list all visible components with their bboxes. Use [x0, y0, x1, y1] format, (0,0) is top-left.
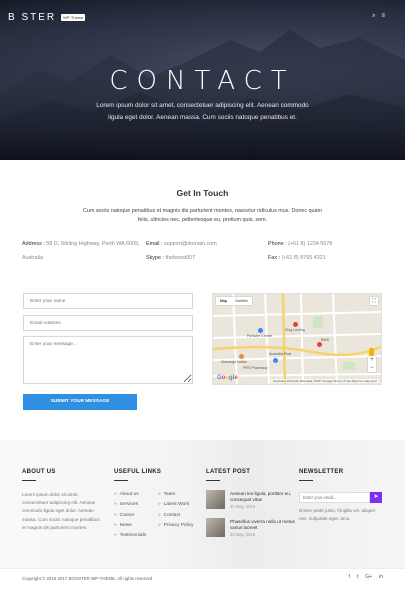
hero-subtitle: Lorem ipsum dolor sit amet, consectetuer…	[96, 102, 309, 121]
latest-post-title: LATEST POST	[206, 469, 251, 475]
fax-value: (+61 8) 8765 4321	[281, 255, 326, 261]
logo-badge: WP-Theme	[61, 14, 86, 21]
skype-value: theboost007	[165, 255, 196, 261]
map-attribution[interactable]: Keyboard shortcuts Map data ©2017 Google…	[270, 379, 379, 383]
footer-link[interactable]: Contact	[158, 511, 194, 521]
footer-link[interactable]: Career	[114, 511, 146, 521]
map-label: Porsche Centre	[247, 334, 272, 338]
address-label: Address :	[22, 241, 45, 247]
map-label: PRS Pharmacy	[243, 366, 268, 370]
zoom-in-button[interactable]: +	[368, 356, 376, 364]
divider	[114, 480, 128, 481]
footer-link[interactable]: Services	[114, 500, 146, 510]
message-textarea[interactable]	[23, 336, 193, 384]
map-type-tabs: Map Satellite	[216, 297, 252, 305]
google-map[interactable]: Map Satellite ⛶ + − Porsche Centre King …	[212, 293, 382, 385]
post-title[interactable]: Aenean leo ligula, porttitor eu, consequ…	[230, 491, 296, 504]
header-icons: ⌕ ≡	[372, 13, 385, 20]
search-icon[interactable]: ⌕	[372, 13, 375, 20]
map-label: Australia Post	[269, 352, 292, 356]
zoom-out-button[interactable]: −	[368, 364, 376, 372]
links-title: USEFUL LINKS	[114, 469, 162, 475]
footer-link[interactable]: About us	[114, 490, 146, 500]
submit-button[interactable]: SUBMIT YOUR MESSAGE	[23, 394, 137, 410]
useful-links-col2: Team Latest Work Contact Privacy Policy	[158, 490, 194, 531]
divider	[299, 480, 313, 481]
divider	[22, 480, 36, 481]
post-item[interactable]: Aenean leo ligula, porttitor eu, consequ…	[206, 490, 296, 512]
logo-text: B STER	[8, 12, 57, 23]
social-links: f t G+ in	[349, 574, 384, 580]
post-title[interactable]: Phasellus viverra nulla ut metus varius …	[230, 519, 296, 532]
footer-link[interactable]: Privacy Policy	[158, 521, 194, 531]
skype-label: Skype :	[146, 255, 164, 261]
site-logo[interactable]: B STER WP-Theme	[8, 12, 86, 23]
map-streets	[213, 294, 381, 384]
about-title: ABOUT US	[22, 469, 56, 475]
linkedin-icon[interactable]: in	[379, 574, 383, 580]
divider	[206, 480, 220, 481]
menu-icon[interactable]: ≡	[381, 13, 385, 20]
email-input[interactable]	[23, 315, 193, 331]
footer-link[interactable]: Latest Work	[158, 500, 194, 510]
fullscreen-icon[interactable]: ⛶	[370, 297, 378, 305]
post-item[interactable]: Phasellus viverra nulla ut metus varius …	[206, 518, 296, 540]
pegman-icon[interactable]	[369, 348, 374, 356]
map-pin-icon	[258, 328, 263, 333]
fax-label: Fax :	[268, 255, 280, 261]
hero-banner: B STER WP-Theme ⌕ ≡ CONTACT Lorem ipsum …	[0, 0, 405, 160]
facebook-icon[interactable]: f	[349, 574, 350, 580]
tab-map[interactable]: Map	[216, 297, 231, 305]
map-label: King Leoling	[285, 328, 305, 332]
tab-satellite[interactable]: Satellite	[231, 297, 252, 305]
phone-fax-block: Phone : (+61 8) 1234 5678 Fax : (+61 8) …	[268, 237, 388, 265]
name-input[interactable]	[23, 293, 193, 309]
footer-link[interactable]: Team	[158, 490, 194, 500]
page-title: CONTACT	[109, 66, 296, 96]
post-thumbnail[interactable]	[206, 490, 225, 509]
map-pin-icon	[239, 354, 244, 359]
zoom-control: + −	[368, 356, 376, 372]
footer-link[interactable]: News	[114, 521, 146, 531]
copyright-text: Copyright © 2016 2017 BOOSTER WP-THEME. …	[22, 576, 153, 581]
footer-link[interactable]: Testimonials	[114, 531, 146, 541]
google-plus-icon[interactable]: G+	[365, 574, 372, 580]
newsletter-submit-button[interactable]: ➤	[370, 492, 382, 503]
section-title: Get In Touch	[176, 188, 229, 198]
post-date: 28 May, 2016	[230, 532, 256, 537]
email-value[interactable]: support@domain.com	[164, 241, 217, 247]
map-label: BWS	[321, 338, 330, 342]
section-description: Cum sociis natoque penatibus et magnis d…	[82, 208, 323, 223]
map-pin-icon	[293, 322, 298, 327]
map-pin-icon	[317, 342, 322, 347]
twitter-icon[interactable]: t	[357, 574, 358, 580]
map-pin-icon	[273, 358, 278, 363]
phone-value: (+61 8) 1234 5678	[288, 241, 333, 247]
newsletter-text: Donec pede justo, fringilla vel, aliquet…	[299, 508, 376, 522]
google-logo: Google	[217, 375, 238, 381]
address-block: Address : 58 D, Stirling Highway, Perth …	[22, 237, 142, 265]
phone-label: Phone :	[268, 241, 287, 247]
map-label: Maharaja Indian	[221, 360, 247, 364]
newsletter-title: NEWSLETTER	[299, 469, 344, 475]
newsletter-email-input[interactable]	[299, 492, 370, 503]
email-skype-block: Email : support@domain.com Skype : thebo…	[146, 237, 256, 265]
useful-links-col1: About us Services Career News Testimonia…	[114, 490, 146, 541]
post-thumbnail[interactable]	[206, 518, 225, 537]
email-label: Email :	[146, 241, 163, 247]
about-text: Lorem ipsum dolor sit amet, consectetuer…	[22, 492, 100, 530]
post-date: 30 May, 2016	[230, 504, 256, 509]
